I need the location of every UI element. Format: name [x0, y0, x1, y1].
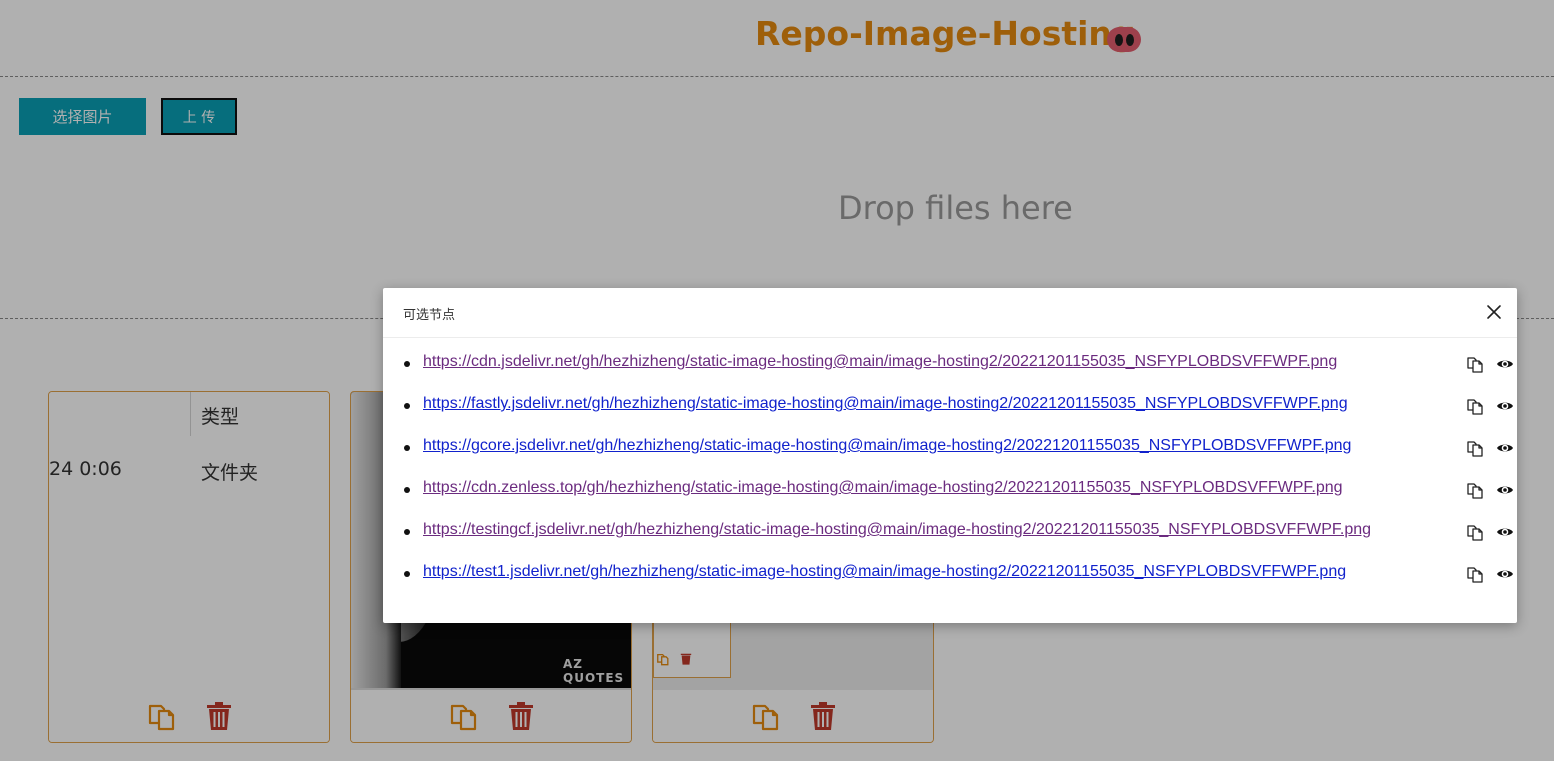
- copy-icon[interactable]: [1466, 565, 1484, 583]
- node-url-link[interactable]: https://fastly.jsdelivr.net/gh/hezhizhen…: [423, 395, 1348, 413]
- copy-icon[interactable]: [1466, 355, 1484, 373]
- node-url-link[interactable]: https://testingcf.jsdelivr.net/gh/hezhiz…: [423, 521, 1371, 539]
- node-item: https://testingcf.jsdelivr.net/gh/hezhiz…: [383, 518, 1517, 560]
- node-item: https://gcore.jsdelivr.net/gh/hezhizheng…: [383, 434, 1517, 476]
- eye-icon[interactable]: [1496, 440, 1514, 456]
- copy-icon[interactable]: [1466, 439, 1484, 457]
- node-list: https://cdn.jsdelivr.net/gh/hezhizheng/s…: [383, 350, 1517, 602]
- node-select-modal: 可选节点 https://cdn.jsdelivr.net/gh/hezhizh…: [383, 288, 1517, 623]
- node-url-link[interactable]: https://test1.jsdelivr.net/gh/hezhizheng…: [423, 563, 1346, 581]
- node-url-link[interactable]: https://cdn.jsdelivr.net/gh/hezhizheng/s…: [423, 353, 1337, 371]
- list-bullet: [404, 529, 410, 535]
- list-bullet: [404, 571, 410, 577]
- list-bullet: [404, 403, 410, 409]
- node-item: https://test1.jsdelivr.net/gh/hezhizheng…: [383, 560, 1517, 602]
- node-item: https://cdn.zenless.top/gh/hezhizheng/st…: [383, 476, 1517, 518]
- eye-icon[interactable]: [1496, 398, 1514, 414]
- modal-title: 可选节点: [403, 308, 456, 323]
- node-item: https://cdn.jsdelivr.net/gh/hezhizheng/s…: [383, 350, 1517, 392]
- eye-icon[interactable]: [1496, 524, 1514, 540]
- close-icon[interactable]: [1485, 303, 1503, 321]
- copy-icon[interactable]: [1466, 397, 1484, 415]
- eye-icon[interactable]: [1496, 482, 1514, 498]
- node-url-link[interactable]: https://gcore.jsdelivr.net/gh/hezhizheng…: [423, 437, 1351, 455]
- eye-icon[interactable]: [1496, 356, 1514, 372]
- node-url-link[interactable]: https://cdn.zenless.top/gh/hezhizheng/st…: [423, 479, 1343, 497]
- list-bullet: [404, 361, 410, 367]
- list-bullet: [404, 487, 410, 493]
- copy-icon[interactable]: [1466, 481, 1484, 499]
- modal-header: 可选节点: [383, 288, 1517, 338]
- page: Repo-Image-Hosting Drop files here 选择图片 …: [0, 0, 1554, 761]
- eye-icon[interactable]: [1496, 566, 1514, 582]
- list-bullet: [404, 445, 410, 451]
- node-item: https://fastly.jsdelivr.net/gh/hezhizhen…: [383, 392, 1517, 434]
- copy-icon[interactable]: [1466, 523, 1484, 541]
